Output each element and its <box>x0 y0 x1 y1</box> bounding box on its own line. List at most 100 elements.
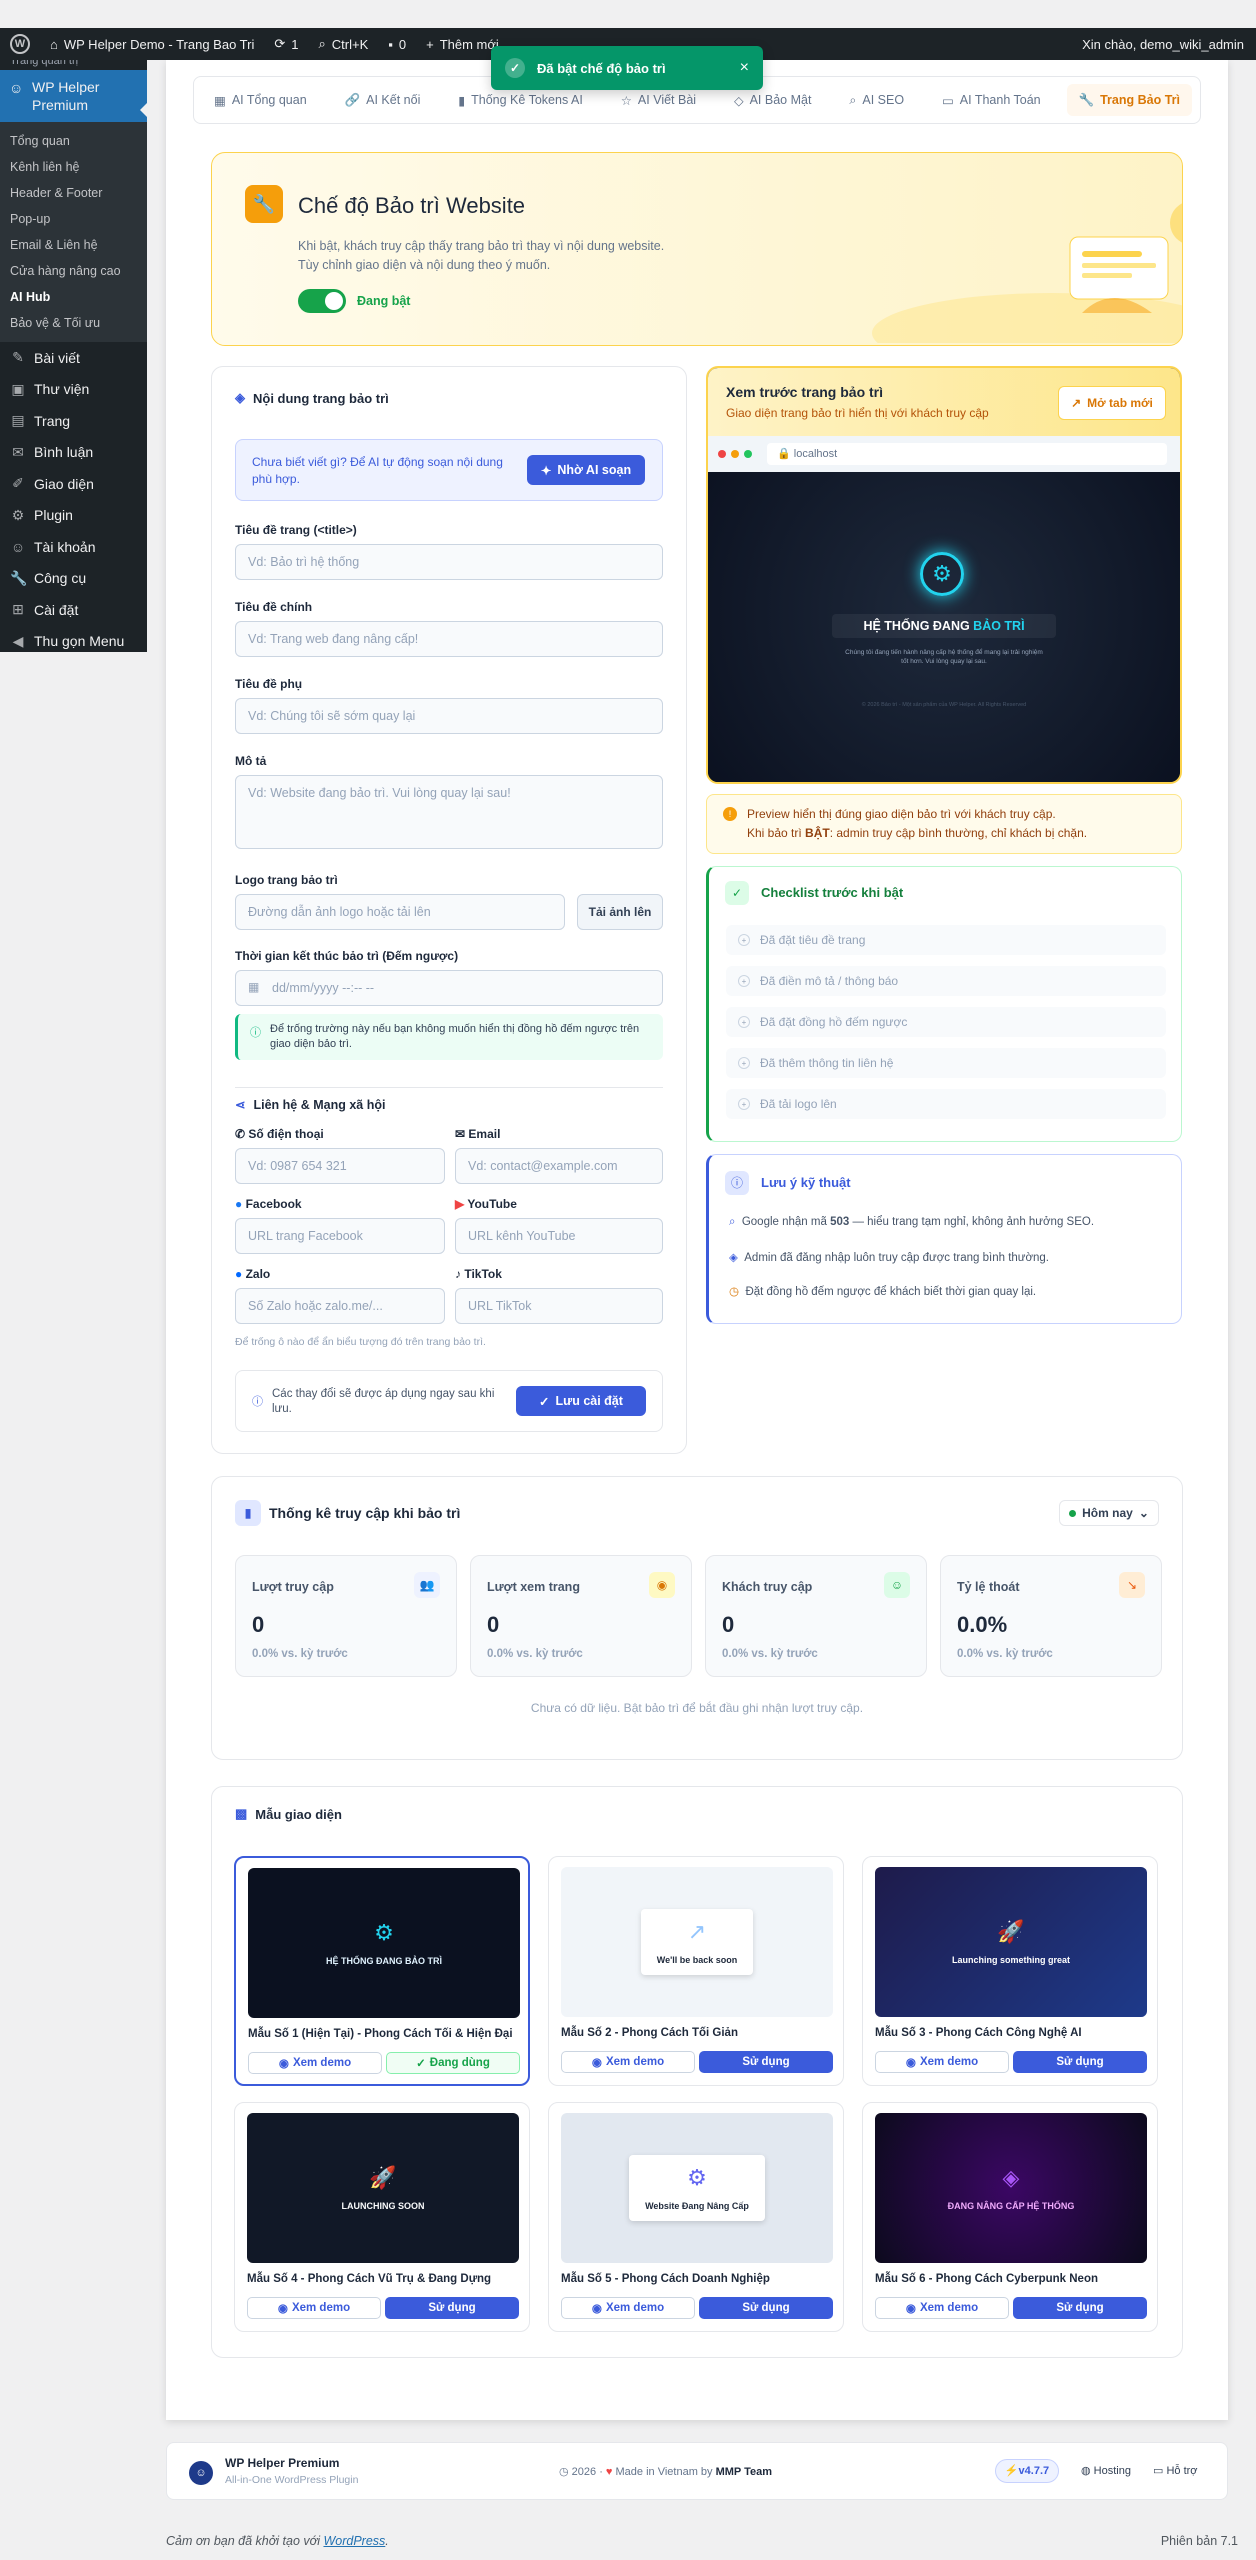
sidebar-item-cong-cu[interactable]: 🔧 Công cụ <box>0 563 147 595</box>
stat-icon: ☺ <box>884 1572 910 1598</box>
updates-link[interactable]: ⟳ 1 <box>264 28 308 60</box>
email-input[interactable]: Vd: contact@example.com <box>455 1148 663 1184</box>
template-card[interactable]: ↗ We'll be back soon Mẫu Số 2 - Phong Cách… <box>548 1856 844 2086</box>
pulse-icon: ⚡ <box>1004 2465 1019 2477</box>
info-icon: ⓘ <box>725 1171 749 1195</box>
use-template-button[interactable]: Sử dụng <box>385 2297 519 2319</box>
stats-heading: ▮ Thống kê truy cập khi bảo trì <box>235 1500 460 1526</box>
main-title-input[interactable]: Vd: Trang web đang nâng cấp! <box>235 621 663 657</box>
submenu-item-pop-up[interactable]: Pop-up <box>0 206 147 232</box>
form-heading: ◈ Nội dung trang bảo trì <box>235 390 389 406</box>
view-demo-button[interactable]: ◉ Xem demo <box>561 2051 695 2073</box>
menu-icon: ◀ <box>12 632 24 649</box>
open-new-tab-button[interactable]: ↗ Mở tab mới <box>1058 386 1166 420</box>
view-demo-button[interactable]: ◉ Xem demo <box>561 2297 695 2319</box>
submenu-item-header-footer[interactable]: Header & Footer <box>0 180 147 206</box>
template-card[interactable]: ⚙ Website Đang Nâng Cấp Mẫu Số 5 - Phong C… <box>548 2102 844 2332</box>
upload-logo-button[interactable]: Tải ảnh lên <box>577 894 663 930</box>
home-icon: ⌂ <box>50 36 58 52</box>
sidebar-item-binh-luan[interactable]: ✉ Bình luận <box>0 437 147 469</box>
logo-url-input[interactable]: Đường dẫn ảnh logo hoặc tải lên <box>235 894 565 930</box>
zalo-input[interactable]: Số Zalo hoặc zalo.me/... <box>235 1288 445 1324</box>
ai-compose-button[interactable]: ✦ Nhờ AI soạn <box>527 455 645 485</box>
use-template-button[interactable]: Sử dụng <box>699 2051 833 2073</box>
command-palette[interactable]: ⌕ Ctrl+K <box>309 28 379 60</box>
use-template-button[interactable]: Sử dụng <box>1013 2051 1147 2073</box>
description-textarea[interactable]: Vd: Website đang bảo trì. Vui lòng quay … <box>235 775 663 849</box>
view-demo-button[interactable]: ◉ Xem demo <box>248 2052 382 2074</box>
tab-icon: ▭ <box>941 93 954 108</box>
phone-input[interactable]: Vd: 0987 654 321 <box>235 1148 445 1184</box>
use-template-button[interactable]: Sử dụng <box>699 2297 833 2319</box>
sidebar-item-cai-dat[interactable]: ⊞ Cài đặt <box>0 594 147 626</box>
title-tag-input[interactable]: Vd: Bảo trì hệ thống <box>235 544 663 580</box>
template-card[interactable]: 🚀 Launching something great Mẫu Số 3 - Pho… <box>862 1856 1158 2086</box>
submenu-item-email-lien-he[interactable]: Email & Liên hệ <box>0 232 147 258</box>
chevron-down-icon: ⌄ <box>1138 1506 1149 1520</box>
toggle-status-label: Đang bật <box>357 294 411 308</box>
tab-icon: ▦ <box>214 93 226 108</box>
sidebar-item-bai-viet[interactable]: ✎ Bài viết <box>0 342 147 374</box>
hosting-link[interactable]: ◍ Hosting <box>1081 2464 1131 2477</box>
templates-heading: ▩ Mẫu giao diện <box>235 1806 342 1822</box>
sidebar-item-thu-gon-menu[interactable]: ◀ Thu gọn Menu <box>0 626 147 658</box>
account-greeting[interactable]: Xin chào, demo_wiki_admin <box>1072 28 1256 60</box>
sidebar-item-wp-helper[interactable]: ☺ WP Helper Premium <box>0 70 148 122</box>
date-range-select[interactable]: Hôm nay ⌄ <box>1059 1500 1159 1526</box>
template-thumbnail: ⚙ Website Đang Nâng Cấp <box>561 2113 833 2263</box>
comments-link[interactable]: ▪ 0 <box>378 28 416 60</box>
stat-icon: ↘ <box>1119 1572 1145 1598</box>
sidebar-item-plugin[interactable]: ⚙ Plugin <box>0 500 147 532</box>
view-demo-button[interactable]: ◉ Xem demo <box>875 2297 1009 2319</box>
sidebar-item-giao-dien[interactable]: ✐ Giao diện <box>0 468 147 500</box>
template-name: Mẫu Số 4 - Phong Cách Vũ Trụ & Đang Dựng <box>247 2273 492 2285</box>
close-icon[interactable]: × <box>740 59 749 77</box>
youtube-input[interactable]: URL kênh YouTube <box>455 1218 663 1254</box>
tab-ai-thanh-toan[interactable]: ▭ AI Thanh Toán <box>930 84 1053 116</box>
template-card[interactable]: ⚙ HỆ THỐNG ĐANG BẢO TRÌ Mẫu Số 1 (Hiện Tại… <box>234 1856 530 2086</box>
countdown-input[interactable]: ▦ dd/mm/yyyy --:-- -- <box>235 970 663 1006</box>
maintenance-toggle[interactable] <box>298 289 346 313</box>
template-name: Mẫu Số 3 - Phong Cách Công Nghệ AI <box>875 2027 1082 2039</box>
eye-icon: ◉ <box>905 2057 916 2069</box>
site-name-link[interactable]: ⌂ WP Helper Demo - Trang Bao Tri <box>40 28 264 60</box>
template-card[interactable]: ◈ ĐANG NÂNG CẤP HỆ THỐNG Mẫu Số 6 - Phong … <box>862 2102 1158 2332</box>
tech-note-1: ⌕ Google nhận mã 503 — hiểu trang tạm ng… <box>729 1216 1095 1228</box>
template-thumbnail: 🚀 Launching something great <box>875 1867 1147 2017</box>
submenu-item-tong-quan[interactable]: Tổng quan <box>0 128 147 154</box>
palette-icon: ▩ <box>235 1806 248 1821</box>
checklist-item: + Đã điền mô tả / thông báo <box>726 966 1166 996</box>
eye-icon: ◉ <box>591 2057 602 2069</box>
wrench-icon: 🔧 <box>245 185 283 223</box>
plugin-footer: ☺ WP Helper Premium All-in-One WordPress… <box>166 2442 1228 2500</box>
wordpress-link[interactable]: WordPress <box>323 2534 385 2548</box>
view-demo-button[interactable]: ◉ Xem demo <box>247 2297 381 2319</box>
facebook-input[interactable]: URL trang Facebook <box>235 1218 445 1254</box>
view-demo-button[interactable]: ◉ Xem demo <box>875 2051 1009 2073</box>
save-settings-button[interactable]: ✓ Lưu cài đặt <box>516 1386 646 1416</box>
plugin-logo: ☺ <box>189 2461 213 2485</box>
use-template-button[interactable]: Sử dụng <box>1013 2297 1147 2319</box>
hero-illustration <box>872 203 1182 343</box>
tab-ai-seo[interactable]: ⌕ AI SEO <box>837 84 916 116</box>
tab-ai-tong-quan[interactable]: ▦ AI Tổng quan <box>202 84 319 116</box>
support-link[interactable]: ▭ Hỗ trợ <box>1153 2464 1198 2477</box>
tiktok-input[interactable]: URL TikTok <box>455 1288 663 1324</box>
sidebar-item-trang[interactable]: ▤ Trang <box>0 405 147 437</box>
submenu-item-cua-hang-nang-cao[interactable]: Cửa hàng nâng cao <box>0 258 147 284</box>
tab-ai-ket-noi[interactable]: 🔗 AI Kết nối <box>333 84 433 116</box>
comment-icon: ▪ <box>388 36 393 52</box>
tab-trang-bao-tri[interactable]: 🔧 Trang Bảo Trì <box>1066 84 1192 116</box>
sidebar-item-tai-khoan[interactable]: ☺ Tài khoản <box>0 531 147 563</box>
submenu-item-kenh-lien-he[interactable]: Kênh liên hệ <box>0 154 147 180</box>
submenu-item-bao-ve-toi-uu[interactable]: Bảo vệ & Tối ưu <box>0 310 147 336</box>
template-card[interactable]: 🚀 LAUNCHING SOON Mẫu Số 4 - Phong Cách Vũ … <box>234 2102 530 2332</box>
sidebar-item-dashboard[interactable]: Trang quản trị <box>0 60 147 70</box>
submenu-item-ai-hub[interactable]: AI Hub <box>0 284 147 310</box>
wp-version: Phiên bản 7.1 <box>1160 2534 1238 2548</box>
description-label: Mô tả <box>235 754 267 768</box>
sub-title-input[interactable]: Vd: Chúng tôi sẽ sớm quay lại <box>235 698 663 734</box>
wp-logo[interactable]: W <box>0 28 40 60</box>
countdown-note: ⓘ Để trống trường này nếu bạn không muốn… <box>235 1014 663 1060</box>
sidebar-item-thu-vien[interactable]: ▣ Thư viện <box>0 374 147 406</box>
